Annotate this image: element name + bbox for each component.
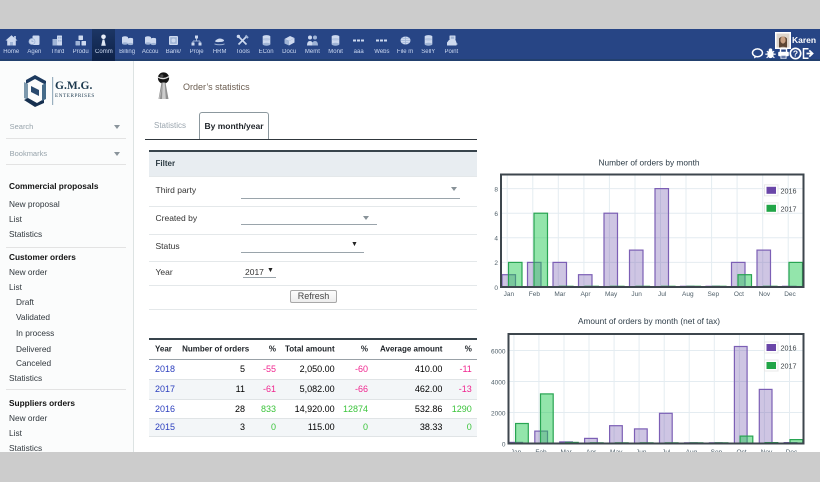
svg-text:8: 8	[494, 186, 498, 193]
svg-text:Mar: Mar	[554, 291, 566, 298]
svg-text:Nov: Nov	[759, 291, 771, 298]
svg-text:2: 2	[494, 260, 498, 267]
svg-text:0: 0	[502, 441, 506, 448]
svg-text:2016: 2016	[781, 344, 797, 353]
svg-text:Dec: Dec	[784, 291, 796, 298]
svg-text:4: 4	[494, 236, 498, 243]
svg-text:Oct: Oct	[734, 291, 744, 298]
svg-text:Apr: Apr	[580, 291, 591, 298]
svg-text:2000: 2000	[491, 410, 506, 417]
svg-text:Jun: Jun	[631, 291, 642, 298]
svg-text:2017: 2017	[781, 362, 797, 371]
svg-text:2017: 2017	[781, 204, 797, 213]
svg-text:Sep: Sep	[708, 291, 720, 298]
svg-text:Jul: Jul	[658, 291, 667, 298]
svg-text:4000: 4000	[491, 379, 506, 386]
svg-text:6: 6	[494, 211, 498, 218]
svg-text:Number of orders by month: Number of orders by month	[599, 158, 700, 168]
svg-text:Feb: Feb	[529, 291, 541, 298]
svg-text:Aug: Aug	[682, 291, 694, 298]
svg-text:0: 0	[494, 285, 498, 292]
svg-text:6000: 6000	[491, 348, 506, 355]
svg-text:2016: 2016	[781, 186, 797, 195]
svg-text:May: May	[605, 291, 618, 298]
svg-text:Jan: Jan	[504, 291, 515, 298]
svg-text:Amount of orders by month (net: Amount of orders by month (net of tax)	[578, 316, 720, 326]
